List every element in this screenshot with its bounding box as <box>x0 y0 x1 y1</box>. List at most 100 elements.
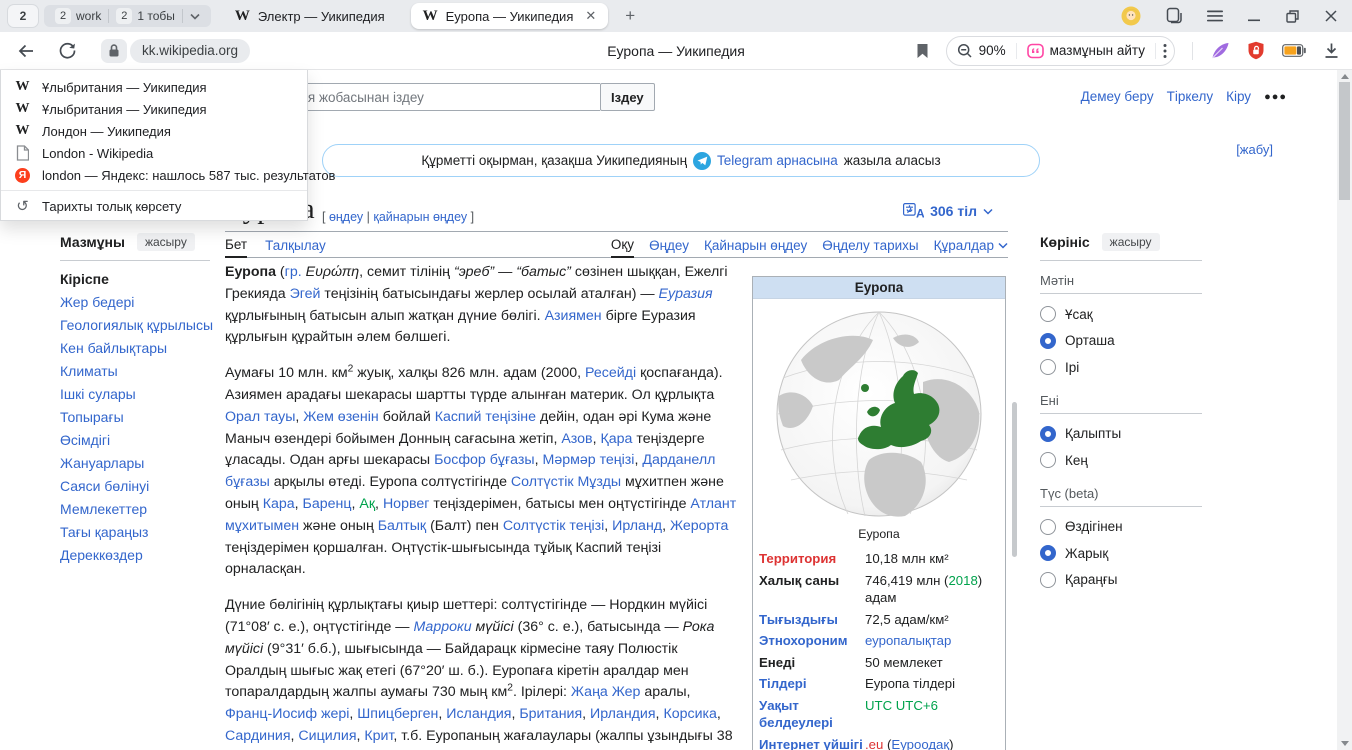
wiki-link[interactable]: Қара <box>600 431 632 447</box>
extension-security-shield-icon[interactable] <box>1247 41 1265 60</box>
tab-groups-expand-button[interactable] <box>183 13 207 20</box>
article-tab-бет[interactable]: Бет <box>225 233 247 258</box>
wiki-link[interactable]: Солтүстік Мұзды <box>511 474 621 490</box>
wiki-link[interactable]: UTC UTC+6 <box>865 698 938 713</box>
wiki-link[interactable]: Балтық <box>378 518 426 534</box>
infobox-label[interactable]: Территория <box>759 550 865 568</box>
register-link[interactable]: Тіркелу <box>1167 89 1214 104</box>
reload-icon[interactable] <box>58 41 77 60</box>
appearance-option-қараңғы[interactable]: Қараңғы <box>1040 567 1202 594</box>
toc-item[interactable]: Жер бедері <box>60 291 210 314</box>
toc-item[interactable]: Жануарлары <box>60 452 210 475</box>
radio-icon[interactable] <box>1040 572 1056 588</box>
wiki-link[interactable]: Ресейді <box>585 365 636 381</box>
toc-item[interactable]: Мемлекеттер <box>60 498 210 521</box>
back-icon[interactable] <box>16 41 36 61</box>
tab-group-work[interactable]: 2 work <box>48 8 108 24</box>
article-tab-қайнарын-өңдеу[interactable]: Қайнарын өңдеу <box>704 233 807 258</box>
article-tab-талқылау[interactable]: Талқылау <box>265 233 326 258</box>
appearance-hide-button[interactable]: жасыру <box>1102 233 1160 251</box>
donate-link[interactable]: Демеу беру <box>1081 89 1154 104</box>
wiki-link[interactable]: Жаңа Жер <box>571 684 641 700</box>
suggestion-item[interactable]: WҰлыбритания — Уикипедия <box>1 76 307 98</box>
wiki-link[interactable]: Азов <box>561 431 592 447</box>
zoom-control[interactable]: 90% <box>947 43 1016 59</box>
toc-item[interactable]: Кен байлықтары <box>60 337 210 360</box>
radio-icon[interactable] <box>1040 359 1056 375</box>
downloads-icon[interactable] <box>1323 42 1340 59</box>
appearance-option-ірі[interactable]: Ірі <box>1040 354 1202 381</box>
toc-item[interactable]: Дереккөздер <box>60 544 210 567</box>
wiki-link[interactable]: гр. <box>285 264 302 280</box>
wiki-link[interactable]: Крит <box>364 728 393 744</box>
suggestion-item[interactable]: Яlondon — Яндекс: нашлось 587 тыс. резул… <box>1 164 307 186</box>
window-restore-button[interactable] <box>1285 9 1300 24</box>
article-tab-өңделу-тарихы[interactable]: Өңделу тарихы <box>822 233 918 258</box>
wiki-link[interactable]: Жем өзенін <box>303 409 378 425</box>
wiki-link[interactable]: Ирланд <box>612 518 662 534</box>
appearance-option-ұсақ[interactable]: Ұсақ <box>1040 301 1202 328</box>
toc-item[interactable]: Өсімдігі <box>60 429 210 452</box>
wiki-link[interactable]: Марроки <box>413 619 471 635</box>
toc-hide-button[interactable]: жасыру <box>137 233 195 251</box>
wiki-link[interactable]: Еуразия <box>659 286 713 302</box>
wiki-link[interactable]: Жерорта <box>670 518 728 534</box>
wiki-link[interactable]: Норвег <box>383 496 429 512</box>
telegram-channel-link[interactable]: Telegram арнасына <box>717 153 838 168</box>
page-more-menu[interactable] <box>1156 43 1174 59</box>
side-panel-icon[interactable] <box>1165 7 1183 25</box>
scrollbar-up-arrow[interactable] <box>1341 74 1349 79</box>
infobox-label[interactable]: Тығыздығы <box>759 611 865 629</box>
read-aloud-button[interactable]: мазмұнын айту <box>1017 43 1155 59</box>
profile-avatar[interactable] <box>1121 6 1141 26</box>
suggestion-item[interactable]: London - Wikipedia <box>1 142 307 164</box>
wiki-link[interactable]: Мәрмәр теңізі <box>543 452 635 468</box>
wiki-link[interactable]: Шпицберген <box>357 706 438 722</box>
wiki-link[interactable]: Азиямен <box>545 308 602 324</box>
tab-close-icon[interactable]: ✕ <box>585 8 596 24</box>
wiki-link[interactable]: .eu <box>865 737 883 750</box>
wiki-link[interactable]: Ақ <box>359 496 375 512</box>
radio-icon[interactable] <box>1040 519 1056 535</box>
menu-icon[interactable] <box>1207 9 1223 23</box>
article-tab-құралдар[interactable]: Құралдар <box>934 233 1008 258</box>
wiki-link[interactable]: Каспий теңізіне <box>435 409 536 425</box>
appearance-option-өздігінен[interactable]: Өздігінен <box>1040 514 1202 541</box>
scrollbar-thumb[interactable] <box>1339 82 1350 200</box>
scrollbar-down-arrow[interactable] <box>1341 741 1349 746</box>
toc-item[interactable]: Геологиялық құрылысы <box>60 314 210 337</box>
toc-item[interactable]: Климаты <box>60 360 210 383</box>
appearance-option-орташа[interactable]: Орташа <box>1040 328 1202 355</box>
language-selector[interactable]: A 306 тіл <box>903 203 993 219</box>
wiki-link[interactable]: еуропалықтар <box>865 633 951 648</box>
show-full-history-item[interactable]: ↺ Тарихты толық көрсету <box>1 194 307 218</box>
europe-globe-map[interactable] <box>753 299 1005 524</box>
url-field[interactable]: kk.wikipedia.org <box>130 39 250 63</box>
window-close-button[interactable] <box>1324 9 1338 23</box>
radio-selected-icon[interactable] <box>1040 545 1056 561</box>
radio-icon[interactable] <box>1040 452 1056 468</box>
wiki-link[interactable]: Сицилия <box>298 728 356 744</box>
appearance-option-кең[interactable]: Кең <box>1040 447 1202 474</box>
more-options-icon[interactable]: ●●● <box>1264 91 1287 103</box>
radio-selected-icon[interactable] <box>1040 426 1056 442</box>
article-tab-оқу[interactable]: Оқу <box>611 233 634 258</box>
toc-item[interactable]: Ішкі сулары <box>60 383 210 406</box>
content-scrollbar-thumb[interactable] <box>1012 402 1017 557</box>
wiki-link[interactable]: Ирландия <box>590 706 656 722</box>
wiki-link[interactable]: Исландия <box>446 706 511 722</box>
radio-selected-icon[interactable] <box>1040 333 1056 349</box>
tab-group-1toby[interactable]: 2 1 тобы <box>109 8 182 24</box>
banner-close-link[interactable]: [жабу] <box>1236 142 1273 157</box>
login-link[interactable]: Кіру <box>1226 89 1251 104</box>
appearance-option-жарық[interactable]: Жарық <box>1040 540 1202 567</box>
tab-electr[interactable]: W Электр — Уикипедия <box>223 2 397 30</box>
window-scrollbar[interactable] <box>1337 70 1352 750</box>
toc-item[interactable]: Саяси бөлінуі <box>60 475 210 498</box>
bookmark-icon[interactable] <box>916 43 929 59</box>
infobox-label[interactable]: Этнохороним <box>759 632 865 650</box>
radio-icon[interactable] <box>1040 306 1056 322</box>
wiki-link[interactable]: Еуроодақ <box>891 737 949 750</box>
wiki-link[interactable]: Британия <box>519 706 582 722</box>
wiki-link[interactable]: Сардиния <box>225 728 291 744</box>
